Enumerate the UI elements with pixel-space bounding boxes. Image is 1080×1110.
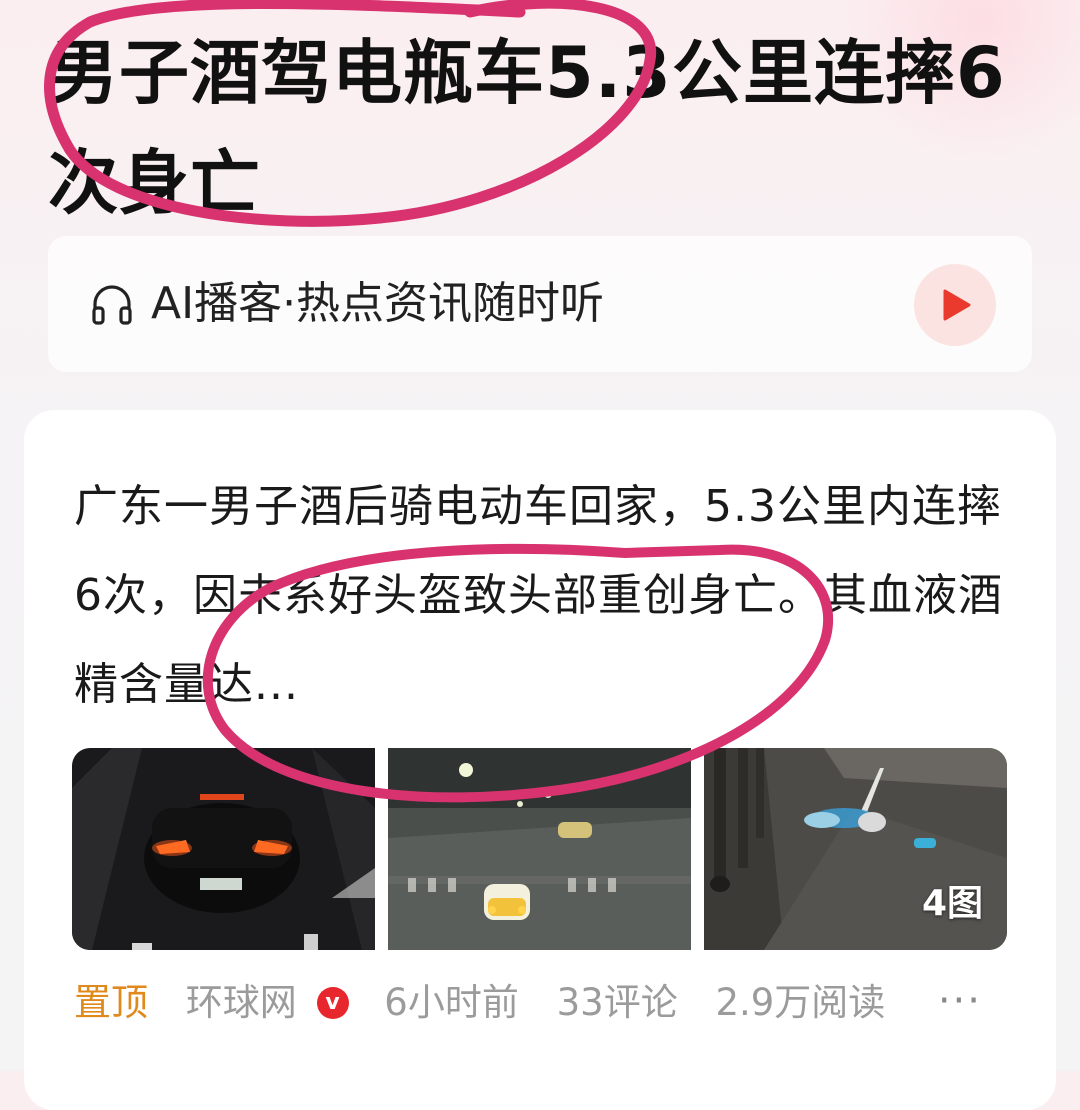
play-button[interactable] — [914, 264, 996, 346]
verified-badge-icon: v — [316, 986, 349, 1019]
more-options-button[interactable]: ··· — [938, 976, 982, 1026]
source-name[interactable]: 环球网 — [186, 978, 297, 1028]
thumbnail-accident-scene[interactable]: 4图 — [704, 748, 1007, 950]
thumbnail-night-road[interactable] — [388, 748, 691, 950]
ai-podcast-bar[interactable]: AI播客·热点资讯随时听 — [48, 236, 1032, 372]
thumbnail-car-rear[interactable] — [72, 748, 375, 950]
article-headline[interactable]: 男子酒驾电瓶车5.3公里连摔6次身亡 — [48, 18, 1038, 238]
publish-time: 6小时前 — [384, 980, 519, 1024]
headphones-icon — [92, 285, 132, 325]
image-count-label: 4图 — [921, 883, 983, 924]
pinned-tag: 置顶 — [74, 980, 148, 1024]
article-meta: 置顶 环球网 v 6小时前 33评论 2.9万阅读 ··· — [74, 976, 1014, 1026]
comment-count[interactable]: 33评论 — [557, 978, 678, 1028]
podcast-label: AI播客·热点资讯随时听 — [151, 278, 605, 329]
article-summary[interactable]: 广东一男子酒后骑电动车回家，5.3公里内连摔6次，因未系好头盔致头部重创身亡。其… — [74, 462, 1014, 729]
read-count: 2.9万阅读 — [715, 980, 886, 1024]
news-card[interactable]: 广东一男子酒后骑电动车回家，5.3公里内连摔6次，因未系好头盔致头部重创身亡。其… — [24, 410, 1056, 1110]
play-icon — [943, 289, 971, 321]
